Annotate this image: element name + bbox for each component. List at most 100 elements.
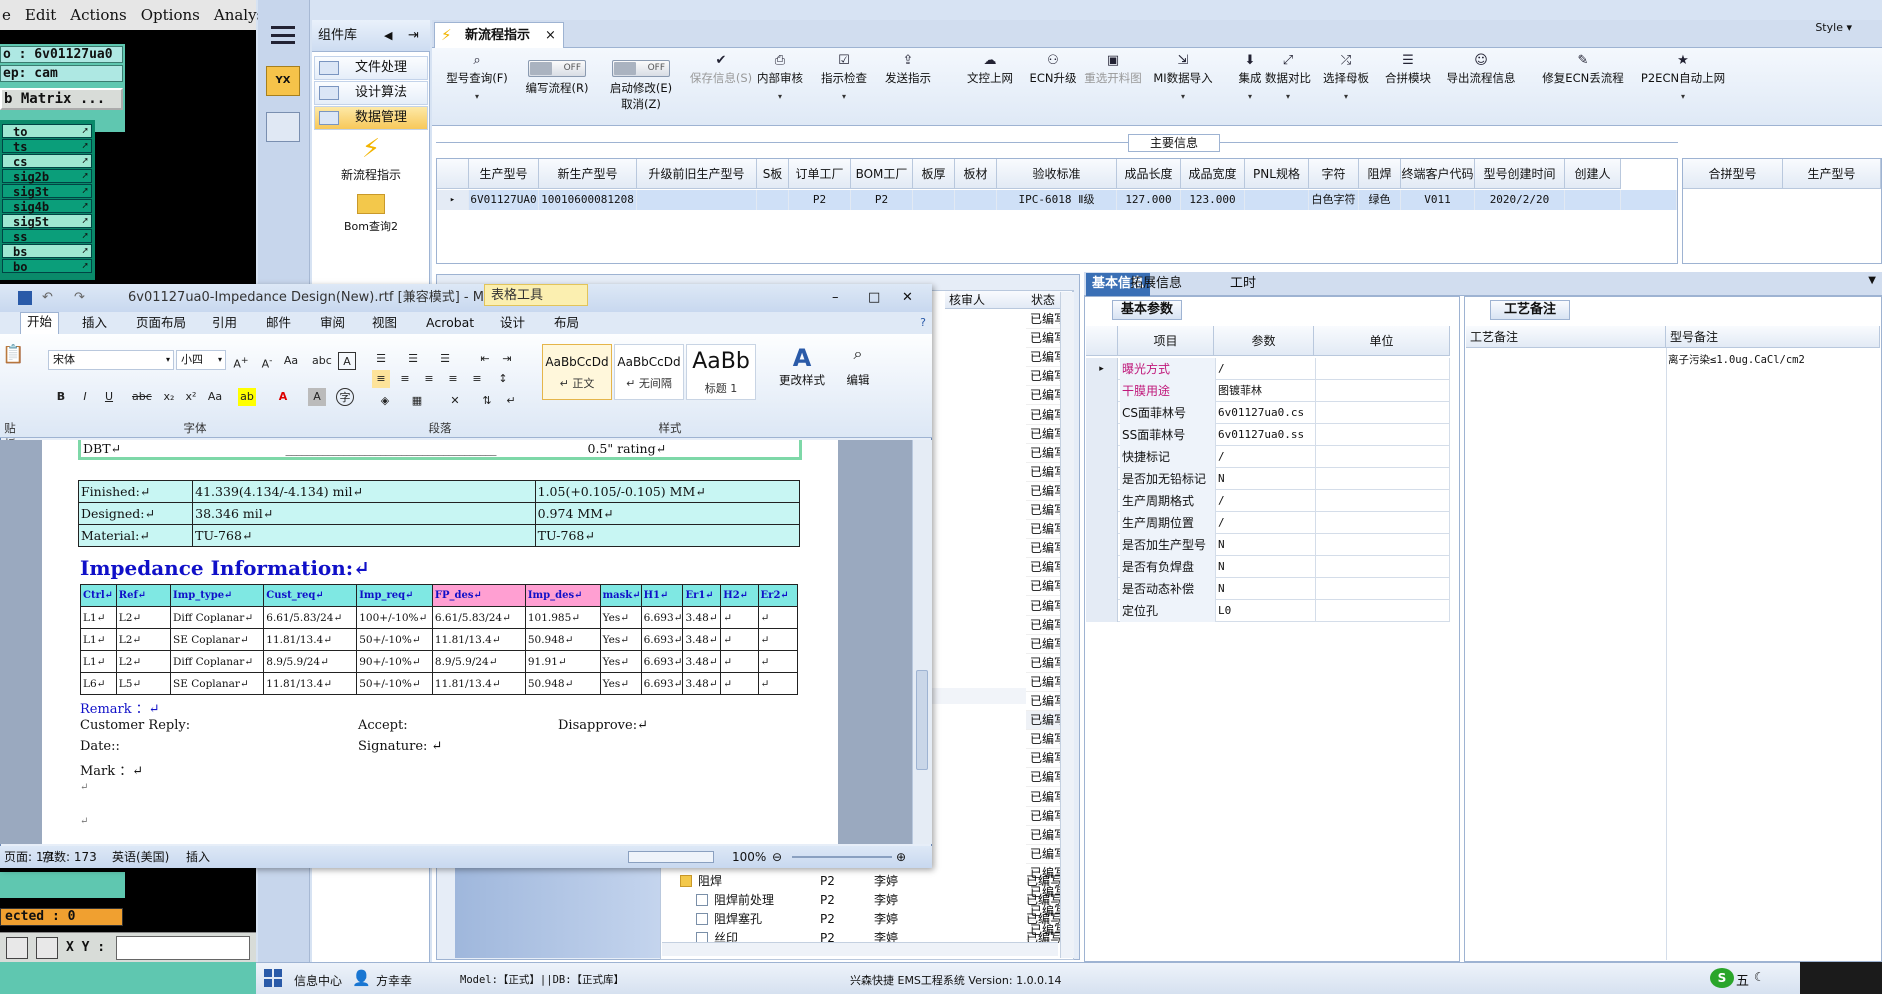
dropdown-arrow-icon[interactable]: ▾	[1316, 92, 1376, 101]
line-spacing-icon[interactable]: ↕	[494, 370, 512, 388]
row-selector[interactable]	[1086, 446, 1118, 468]
grid-cell[interactable]	[757, 190, 789, 210]
cam-menu-actions[interactable]: Actions	[70, 6, 126, 24]
param-row[interactable]: 是否动态补偿 N	[1086, 578, 1450, 600]
change-styles-button[interactable]: A 更改样式	[772, 344, 832, 404]
grid-cell[interactable]	[1565, 190, 1621, 210]
table-header-cell[interactable]: Imp_des↵	[524, 584, 601, 607]
edit-button[interactable]: ⌕ 编辑	[836, 344, 880, 404]
param-unit[interactable]	[1316, 490, 1450, 512]
row-selector[interactable]	[1086, 380, 1118, 402]
column-header[interactable]: 成品长度	[1117, 159, 1181, 189]
column-header[interactable]: 生产型号	[469, 159, 539, 189]
column-header[interactable]: 验收标准	[997, 159, 1117, 189]
grid-cell[interactable]: 6V01127UA0	[469, 190, 539, 210]
document-scrollbar[interactable]	[912, 440, 932, 844]
param-unit[interactable]	[1316, 358, 1450, 380]
param-row[interactable]: 是否有负焊盘 N	[1086, 556, 1450, 578]
tab-new-process[interactable]: ⚡ 新流程指示 ×	[434, 22, 564, 49]
table-cell[interactable]: L2↵	[115, 650, 172, 673]
yx-logo-icon[interactable]: YX	[266, 66, 300, 96]
param-value[interactable]: /	[1216, 512, 1316, 534]
ribbon-tab[interactable]: 引用	[206, 314, 243, 332]
language[interactable]: 英语(美国)	[112, 846, 169, 868]
craft-notes-tab[interactable]: 工艺备注	[1490, 300, 1570, 320]
column-header[interactable]: 型号创建时间	[1475, 159, 1565, 189]
grid-cell[interactable]: 2020/2/20	[1475, 190, 1565, 210]
shrink-font-icon[interactable]: A-	[258, 352, 276, 371]
maximize-icon[interactable]: □	[868, 284, 880, 312]
grid-icon[interactable]	[36, 937, 58, 959]
view-buttons[interactable]	[628, 851, 714, 863]
table-cell[interactable]: L2↵	[115, 606, 172, 629]
align-left-icon[interactable]: ≡	[372, 370, 390, 388]
param-row[interactable]: SS面菲林号 6v01127ua0.ss	[1086, 424, 1450, 446]
param-row[interactable]: 干膜用途 图镀菲林	[1086, 380, 1450, 402]
table-cell[interactable]: L1↵	[80, 628, 117, 651]
show-marks-icon[interactable]: ↵	[502, 392, 520, 410]
layer-row[interactable]: bo ➚	[2, 259, 92, 274]
nav-item-file[interactable]: 文件处理	[314, 56, 428, 80]
table-header-cell[interactable]: mask↵	[599, 584, 642, 607]
param-value[interactable]: N	[1216, 578, 1316, 600]
grid-cell[interactable]: 123.000	[1181, 190, 1245, 210]
table-cell[interactable]: 91.91↵	[524, 650, 601, 673]
style-option[interactable]: AaBbCcDd ↵ 无间隔	[614, 344, 684, 400]
table-cell[interactable]: 3.48↵	[682, 628, 722, 651]
table-cell[interactable]: 41.339(4.134/-4.134) mil↵	[192, 480, 536, 503]
subscript-icon[interactable]: x₂	[160, 388, 178, 406]
column-header[interactable]: 单位	[1314, 326, 1450, 356]
table-cell[interactable]: SE Coplanar↵	[170, 672, 265, 695]
sogou-ime-icon[interactable]: S	[1710, 968, 1734, 988]
layer-row[interactable]: bs ➚	[2, 244, 92, 259]
nav-item-algorithm[interactable]: 设计算法	[314, 81, 428, 105]
ribbon-tab[interactable]: 插入	[76, 314, 113, 332]
measure-icon[interactable]	[6, 937, 28, 959]
nav-item-data-management[interactable]: 数据管理	[314, 106, 428, 130]
table-cell[interactable]: 50.948↵	[524, 672, 601, 695]
strikethrough-icon[interactable]: abc	[132, 388, 152, 406]
param-unit[interactable]	[1316, 534, 1450, 556]
toggle-switch[interactable]: OFF	[528, 60, 586, 77]
row-selector[interactable]	[1086, 402, 1118, 424]
table-header-cell[interactable]: Er2↵	[757, 584, 799, 607]
param-value[interactable]: L0	[1216, 600, 1316, 622]
borders-icon[interactable]: ▦	[408, 392, 426, 410]
row-selector[interactable]	[1086, 556, 1118, 578]
tab-work-hours[interactable]: 工时	[1224, 273, 1262, 296]
dropdown-arrow-icon[interactable]: ▾	[750, 92, 810, 101]
underline-icon[interactable]: U	[100, 388, 118, 406]
nav-back-icon[interactable]: ◀	[384, 20, 392, 52]
row-selector[interactable]	[1086, 424, 1118, 446]
ribbon-button[interactable]: ★ P2ECN自动上网 ▾	[1624, 52, 1742, 122]
font-size-select[interactable]: 小四 ▾	[176, 350, 226, 370]
table-cell[interactable]: 8.9/5.9/24↵	[431, 650, 526, 673]
table-cell[interactable]: 6.693↵	[640, 650, 684, 673]
param-unit[interactable]	[1316, 556, 1450, 578]
dropdown-arrow-icon[interactable]: ▾	[814, 92, 874, 101]
table-header-cell[interactable]: H1↵	[640, 584, 684, 607]
table-header-cell[interactable]: Cust_req↵	[263, 584, 358, 607]
param-value[interactable]: 图镀菲林	[1216, 380, 1316, 402]
table-cell[interactable]: 11.81/13.4↵	[263, 672, 358, 695]
minimize-icon[interactable]: –	[832, 284, 839, 312]
superscript-icon[interactable]: x²	[182, 388, 200, 406]
param-row[interactable]: CS面菲林号 6v01127ua0.cs	[1086, 402, 1450, 424]
table-cell[interactable]: TU-768↵	[192, 524, 536, 547]
column-header[interactable]: 生产型号	[1783, 159, 1881, 189]
table-header-cell[interactable]: Imp_type↵	[170, 584, 265, 607]
zoom-in-icon[interactable]: ⊕	[896, 846, 906, 868]
grid-cell[interactable]: 10010600081208	[539, 190, 637, 210]
column-header[interactable]: 板厚	[913, 159, 955, 189]
table-cell[interactable]: Yes↵	[599, 606, 642, 629]
layer-row[interactable]: ts ➚	[2, 139, 92, 154]
param-unit[interactable]	[1316, 424, 1450, 446]
dropdown-arrow-icon[interactable]: ▾	[1142, 92, 1224, 101]
grid-cell[interactable]: P2	[851, 190, 913, 210]
table-cell[interactable]: 6.61/5.83/24↵	[263, 606, 358, 629]
nav-pin-icon[interactable]: ⇥	[408, 20, 419, 52]
ribbon-button[interactable]: ☰ 合拼模块	[1378, 52, 1438, 122]
phonetic-icon[interactable]: abc	[312, 352, 332, 370]
table-cell[interactable]: TU-768↵	[534, 524, 801, 547]
table-cell[interactable]: Yes↵	[599, 672, 642, 695]
